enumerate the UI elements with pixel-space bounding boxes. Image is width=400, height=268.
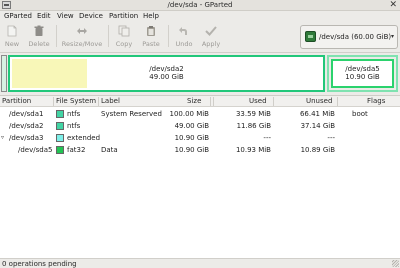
- toolbar-separator: [56, 25, 57, 47]
- window-title: /dev/sda - GParted: [167, 1, 233, 9]
- undo-label: Undo: [175, 40, 193, 48]
- resize-arrows-icon: [77, 28, 87, 34]
- cell-used: 33.59 MiB: [235, 110, 271, 118]
- clipboard-icon: [147, 26, 155, 36]
- column-header-flags[interactable]: Flags: [367, 97, 385, 106]
- cell-label: System Reserved: [101, 110, 162, 118]
- title-bar: /dev/sda - GParted ✕: [0, 0, 400, 11]
- partition-block-name: /dev/sda2: [149, 65, 184, 73]
- toolbar-separator: [108, 25, 109, 47]
- copy-label: Copy: [115, 40, 133, 48]
- cell-label: Data: [101, 146, 118, 154]
- cell-file-system: ntfs: [67, 122, 81, 130]
- menu-edit[interactable]: Edit: [37, 12, 51, 20]
- partition-block-size: 10.90 GiB: [345, 73, 380, 81]
- copy-icon: [118, 25, 130, 37]
- menu-help[interactable]: Help: [143, 12, 159, 20]
- delete-button[interactable]: Delete: [25, 23, 53, 50]
- new-document-icon: [7, 25, 17, 37]
- partition-block-sda2[interactable]: /dev/sda2 49.00 GiB: [8, 55, 325, 92]
- undo-arrow-icon: [179, 27, 187, 35]
- cell-used: 11.86 GiB: [236, 122, 271, 130]
- filesystem-color-swatch: [56, 122, 64, 130]
- cell-partition: /dev/sda1: [9, 110, 44, 118]
- column-header-label[interactable]: Label: [101, 97, 120, 106]
- toolbar-separator: [168, 25, 169, 47]
- cell-partition: /dev/sda3: [9, 134, 44, 142]
- cell-flags: boot: [352, 110, 368, 118]
- expand-triangle-icon[interactable]: ▿: [1, 134, 4, 141]
- device-selector-label: /dev/sda (60.00 GiB): [319, 33, 392, 41]
- paste-label: Paste: [142, 40, 160, 48]
- resize-move-label: Resize/Move: [61, 40, 103, 48]
- menu-gparted[interactable]: GParted: [4, 12, 32, 20]
- resize-move-button[interactable]: Resize/Move: [59, 23, 105, 50]
- cell-unused: 66.41 MiB: [299, 110, 335, 118]
- menu-view[interactable]: View: [57, 12, 74, 20]
- partition-block-size: 49.00 GiB: [149, 73, 184, 81]
- table-row[interactable]: /dev/sda1 ntfs System Reserved 100.00 Mi…: [0, 108, 400, 120]
- column-divider: [53, 97, 54, 106]
- column-header-unused[interactable]: Unused: [306, 97, 332, 106]
- cell-unused: ---: [327, 134, 335, 142]
- column-divider: [213, 97, 214, 106]
- column-divider: [210, 97, 211, 106]
- new-label: New: [4, 40, 20, 48]
- cell-file-system: extended: [67, 134, 101, 142]
- window-resize-grip[interactable]: [392, 260, 399, 267]
- cell-partition: /dev/sda2: [9, 122, 44, 130]
- partition-block-sda5[interactable]: /dev/sda5 10.90 GiB: [331, 59, 394, 88]
- table-row[interactable]: ▿ /dev/sda3 extended 10.90 GiB --- ---: [0, 132, 400, 144]
- partition-table: Partition File System Label Size Used Un…: [0, 95, 400, 258]
- cell-unused: 37.14 GiB: [300, 122, 335, 130]
- apply-button[interactable]: Apply: [198, 23, 224, 50]
- cell-used: 10.93 MiB: [235, 146, 271, 154]
- menu-device[interactable]: Device: [79, 12, 103, 20]
- paste-button[interactable]: Paste: [138, 23, 164, 50]
- status-bar: 0 operations pending: [0, 258, 400, 268]
- column-divider: [98, 97, 99, 106]
- menu-bar: GParted Edit View Device Partition Help: [0, 11, 400, 21]
- column-header-partition[interactable]: Partition: [2, 97, 31, 106]
- trash-icon: [34, 25, 44, 36]
- cell-file-system: ntfs: [67, 110, 81, 118]
- apply-label: Apply: [201, 40, 221, 48]
- cell-partition: /dev/sda5: [18, 146, 53, 154]
- device-selector[interactable]: /dev/sda (60.00 GiB) ▾: [300, 25, 398, 49]
- disk-partition-map: /dev/sda2 49.00 GiB /dev/sda5 10.90 GiB: [0, 54, 400, 94]
- table-row[interactable]: /dev/sda2 ntfs 49.00 GiB 11.86 GiB 37.14…: [0, 120, 400, 132]
- cell-size: 49.00 GiB: [174, 122, 209, 130]
- chevron-down-icon: ▾: [390, 33, 394, 40]
- table-row[interactable]: /dev/sda5 fat32 Data 10.90 GiB 10.93 MiB…: [0, 144, 400, 156]
- column-header-used[interactable]: Used: [249, 97, 267, 106]
- filesystem-color-swatch: [56, 134, 64, 142]
- filesystem-color-swatch: [56, 110, 64, 118]
- cell-size: 100.00 MiB: [169, 110, 209, 118]
- partition-block-name: /dev/sda5: [345, 65, 380, 73]
- cell-unused: 10.89 GiB: [300, 146, 335, 154]
- column-divider: [337, 97, 338, 106]
- filesystem-color-swatch: [56, 146, 64, 154]
- cell-size: 10.90 GiB: [174, 146, 209, 154]
- delete-label: Delete: [28, 40, 50, 48]
- cell-size: 10.90 GiB: [174, 134, 209, 142]
- cell-file-system: fat32: [67, 146, 86, 154]
- column-header-size[interactable]: Size: [187, 97, 201, 106]
- operations-pending-status: 0 operations pending: [2, 260, 77, 268]
- partition-block-sda1[interactable]: [1, 55, 7, 92]
- copy-button[interactable]: Copy: [112, 23, 136, 50]
- checkmark-icon: [205, 26, 217, 36]
- undo-button[interactable]: Undo: [172, 23, 196, 50]
- column-header-file-system[interactable]: File System: [56, 97, 96, 106]
- close-window-button[interactable]: ✕: [389, 0, 397, 10]
- menu-partition[interactable]: Partition: [109, 12, 138, 20]
- cell-used: ---: [263, 134, 271, 142]
- new-button[interactable]: New: [1, 23, 23, 50]
- hard-disk-icon: [305, 31, 316, 42]
- column-divider: [273, 97, 274, 106]
- table-header: Partition File System Label Size Used Un…: [0, 96, 400, 107]
